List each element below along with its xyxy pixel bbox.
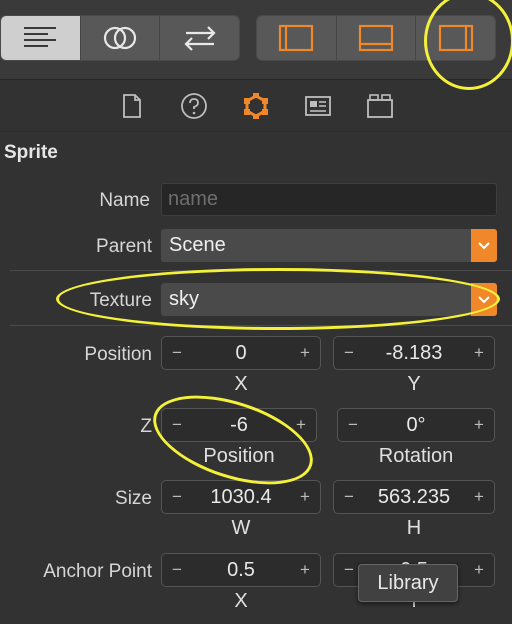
tab-help[interactable] (179, 91, 209, 121)
z-position-value[interactable]: -6 (192, 414, 286, 437)
tab-media[interactable] (303, 91, 333, 121)
anchor-x-stepper[interactable]: − 0.5 + (161, 553, 321, 587)
decrement-button[interactable]: − (334, 487, 364, 507)
parent-label: Parent (96, 236, 152, 257)
position-y-caption: Y (407, 373, 421, 395)
texture-popup[interactable]: sky (161, 283, 497, 316)
position-x-stepper[interactable]: − 0 + (161, 336, 321, 370)
increment-button[interactable]: + (464, 415, 494, 435)
name-label: Name (99, 190, 150, 211)
swap-arrows-button[interactable] (160, 16, 239, 60)
library-tooltip: Library (358, 564, 458, 602)
circles-overlap-icon (103, 26, 137, 50)
texture-value: sky (169, 288, 199, 310)
increment-button[interactable]: + (464, 487, 494, 507)
position-y-value[interactable]: -8.183 (364, 342, 464, 365)
library-icon (367, 93, 393, 118)
increment-button[interactable]: + (290, 560, 320, 580)
position-x-caption: X (234, 373, 248, 395)
align-left-icon (24, 27, 57, 47)
right-panel-icon (438, 24, 473, 52)
increment-button[interactable]: + (290, 487, 320, 507)
position-x-value[interactable]: 0 (192, 342, 290, 365)
z-position-caption: Position (203, 445, 275, 467)
help-icon (181, 92, 207, 119)
parent-value: Scene (169, 234, 226, 256)
z-label: Z (140, 416, 152, 437)
size-w-stepper[interactable]: − 1030.4 + (161, 480, 321, 514)
rotation-caption: Rotation (378, 445, 454, 467)
bottom-panel-icon (358, 24, 394, 52)
parent-popup[interactable]: Scene (161, 229, 497, 262)
tab-node-inspector[interactable] (241, 91, 271, 121)
divider (10, 270, 512, 271)
increment-button[interactable]: + (290, 343, 320, 363)
decrement-button[interactable]: − (338, 415, 368, 435)
decrement-button[interactable]: − (162, 560, 192, 580)
position-y-stepper[interactable]: − -8.183 + (333, 336, 495, 370)
section-title: Sprite (4, 142, 58, 163)
size-h-stepper[interactable]: − 563.235 + (333, 480, 495, 514)
align-left-button[interactable] (1, 16, 81, 60)
size-h-value[interactable]: 563.235 (364, 486, 464, 509)
chevron-down-icon (471, 229, 497, 262)
toolbar (0, 0, 512, 80)
panel-layout-segmented-control (256, 15, 496, 61)
media-icon (305, 95, 331, 116)
size-label: Size (115, 488, 152, 509)
tab-document[interactable] (117, 91, 147, 121)
left-panel-button[interactable] (257, 16, 337, 60)
node-inspector-icon (244, 92, 268, 119)
increment-button[interactable]: + (464, 343, 494, 363)
anchor-point-label: Anchor Point (43, 561, 152, 582)
tab-library[interactable] (365, 91, 395, 121)
decrement-button[interactable]: − (162, 343, 192, 363)
decrement-button[interactable]: − (162, 415, 192, 435)
name-field[interactable]: name (161, 183, 497, 216)
anchor-x-value[interactable]: 0.5 (192, 559, 290, 582)
swap-arrows-icon (184, 26, 216, 51)
divider (10, 325, 512, 326)
chevron-down-icon (471, 283, 497, 316)
decrement-button[interactable]: − (162, 487, 192, 507)
position-label: Position (84, 344, 152, 365)
document-icon (123, 93, 141, 118)
rotation-stepper[interactable]: − 0° + (337, 408, 495, 442)
increment-button[interactable]: + (286, 415, 316, 435)
inspector-tabs (0, 80, 512, 132)
decrement-button[interactable]: − (334, 343, 364, 363)
size-w-value[interactable]: 1030.4 (192, 486, 290, 509)
view-mode-segmented-control (0, 15, 240, 61)
texture-label: Texture (89, 290, 152, 311)
size-h-caption: H (406, 517, 422, 539)
circles-overlap-button[interactable] (80, 16, 161, 60)
bottom-panel-button[interactable] (336, 16, 417, 60)
right-panel-button[interactable] (416, 16, 495, 60)
rotation-value[interactable]: 0° (368, 414, 464, 437)
z-position-stepper[interactable]: − -6 + (161, 408, 317, 442)
left-panel-icon (279, 24, 314, 52)
size-w-caption: W (231, 517, 251, 539)
anchor-x-caption: X (234, 590, 248, 612)
increment-button[interactable]: + (464, 560, 494, 580)
